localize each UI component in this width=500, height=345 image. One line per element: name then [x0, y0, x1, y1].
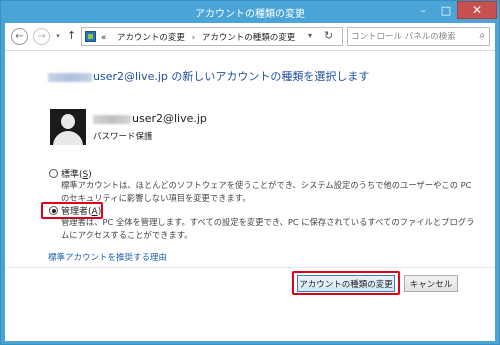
cancel-button[interactable]: キャンセル — [404, 275, 458, 292]
up-arrow-icon[interactable]: ↑ — [67, 29, 76, 42]
window-frame: アカウントの種類の変更 – □ ✕ ← → ▾ ↑ « アカウントの変更 › ア… — [0, 0, 500, 345]
account-name-text: user2@live.jp — [132, 112, 207, 125]
redacted-text — [93, 114, 131, 124]
page-heading: user2@live.jp の新しいアカウントの種類を選択します — [48, 68, 369, 84]
forward-arrow-icon[interactable]: → — [33, 28, 50, 45]
close-button[interactable]: ✕ — [457, 1, 497, 19]
page-heading-text: user2@live.jp の新しいアカウントの種類を選択します — [93, 70, 370, 83]
address-bar[interactable]: « アカウントの変更 › アカウントの種類の変更 ▾ ↻ — [81, 27, 343, 46]
search-box[interactable]: ⌕ — [347, 27, 490, 46]
account-name: user2@live.jp — [93, 112, 207, 125]
minimize-button[interactable]: – — [411, 1, 435, 19]
standard-description: 標準アカウントは、ほとんどのソフトウェアを使うことができ、システム設定のうちで他… — [61, 180, 472, 203]
why-standard-link[interactable]: 標準アカウントを推奨する理由 — [48, 251, 167, 263]
breadcrumb: « アカウントの変更 › アカウントの種類の変更 — [101, 31, 295, 43]
address-dropdown-icon[interactable]: ▾ — [308, 31, 312, 40]
breadcrumb-item-change-account-type[interactable]: アカウントの種類の変更 — [202, 33, 296, 43]
change-account-type-button[interactable]: アカウントの種類の変更 — [297, 275, 395, 292]
divider — [5, 267, 495, 268]
account-status: パスワード保護 — [93, 132, 153, 142]
standard-radio[interactable] — [49, 169, 58, 178]
search-input[interactable] — [351, 30, 469, 43]
maximize-button[interactable]: □ — [435, 1, 457, 19]
breadcrumb-overflow[interactable]: « — [101, 33, 106, 43]
breadcrumb-item-change-account[interactable]: アカウントの変更 — [117, 33, 185, 43]
back-arrow-icon[interactable]: ← — [11, 28, 28, 45]
administrator-description: 管理者は、PC 全体を管理します。すべての設定を変更でき、PC に保存されている… — [61, 217, 475, 240]
search-icon[interactable]: ⌕ — [479, 30, 485, 41]
redacted-text — [48, 72, 92, 82]
administrator-radio[interactable] — [49, 206, 58, 215]
breadcrumb-separator-icon: › — [191, 33, 196, 43]
control-panel-icon — [85, 31, 96, 42]
client-area: ← → ▾ ↑ « アカウントの変更 › アカウントの種類の変更 ▾ ↻ ⌕ — [5, 23, 495, 341]
navigation-bar: ← → ▾ ↑ « アカウントの変更 › アカウントの種類の変更 ▾ ↻ ⌕ — [5, 23, 495, 51]
title-bar[interactable]: アカウントの種類の変更 – □ ✕ — [1, 1, 499, 23]
avatar — [50, 109, 86, 145]
history-dropdown-icon[interactable]: ▾ — [53, 31, 63, 41]
refresh-icon[interactable]: ↻ — [324, 29, 333, 42]
user-silhouette-icon — [61, 114, 75, 129]
